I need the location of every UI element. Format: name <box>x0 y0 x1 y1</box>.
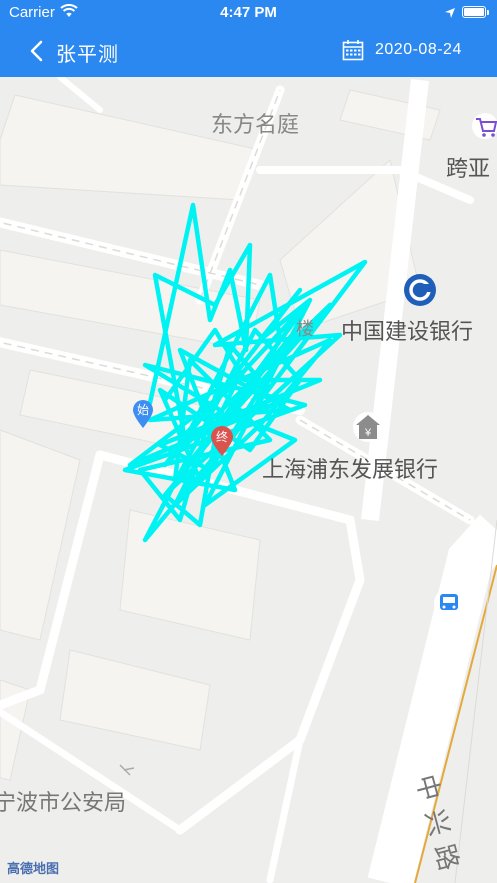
start-marker-label: 始 <box>136 403 149 417</box>
end-marker-label: 终 <box>215 430 228 444</box>
svg-text:¥: ¥ <box>364 427 372 439</box>
page-title: 张平测 <box>56 42 119 66</box>
status-bar: Carrier 4:47 PM <box>0 0 497 26</box>
map-view[interactable]: ¥ 东方名庭 跨亚 楼 中国建设银行 上海浦东发展银行 宁波市公安局 中兴路 始… <box>0 77 497 883</box>
poi-dongfang-mingting: 东方名庭 <box>211 113 300 138</box>
clock: 4:47 PM <box>220 4 277 21</box>
navigation-bar: 张平测 2020-08-24 <box>0 26 497 77</box>
amap-attribution: 高德地图 <box>7 862 60 877</box>
battery-icon <box>462 6 489 18</box>
poi-kuaya: 跨亚 <box>446 157 491 182</box>
start-marker[interactable]: 始 <box>132 399 154 429</box>
ccb-bank-icon <box>404 274 436 306</box>
poi-police: 宁波市公安局 <box>0 791 127 816</box>
calendar-icon[interactable] <box>342 39 364 61</box>
location-arrow-icon <box>444 6 456 24</box>
poi-ccb: 中国建设银行 <box>341 320 474 345</box>
date-selector[interactable]: 2020-08-24 <box>375 41 462 59</box>
end-marker[interactable]: 终 <box>210 425 234 457</box>
poi-spdb: 上海浦东发展银行 <box>262 458 439 483</box>
back-arrow-icon[interactable] <box>26 38 50 64</box>
poi-lou: 楼 <box>296 319 314 340</box>
